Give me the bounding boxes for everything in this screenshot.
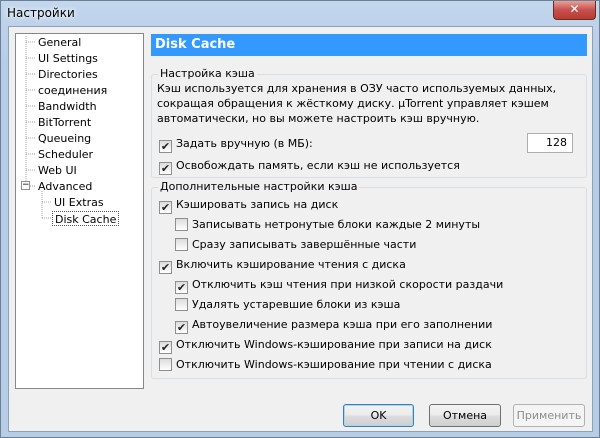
auto-grow-label: Автоувеличение размера кэша при его запо… <box>192 318 493 331</box>
tree-item-bandwidth[interactable]: Bandwidth <box>38 99 97 114</box>
disable-win-read-cache-label: Отключить Windows-кэширование при чтении… <box>176 358 492 371</box>
page-title: Disk Cache <box>151 34 587 56</box>
disable-win-read-cache-option[interactable]: Отключить Windows-кэширование при чтении… <box>159 357 492 372</box>
dialog-client: General UI Settings Directories соединен… <box>8 26 593 432</box>
close-button[interactable]: ✕ <box>553 1 596 20</box>
auto-grow-checkbox[interactable]: ✔ <box>175 321 188 334</box>
tree-item-ui-extras[interactable]: UI Extras <box>54 195 104 210</box>
write-untouched-option[interactable]: Записывать нетронутые блоки каждые 2 мин… <box>175 217 480 232</box>
manual-size-option[interactable]: ✔ Задать вручную (в МБ): <box>159 136 313 153</box>
tree-item-general[interactable]: General <box>38 35 81 50</box>
write-finished-option[interactable]: Сразу записывать завершённые части <box>175 237 416 252</box>
advanced-cache-title: Дополнительные настройки кэша <box>158 180 360 193</box>
settings-tree[interactable]: General UI Settings Directories соединен… <box>15 33 144 389</box>
write-untouched-checkbox[interactable] <box>175 218 188 231</box>
title-bar[interactable]: Настройки ✕ <box>1 1 599 27</box>
free-memory-checkbox[interactable]: ✔ <box>159 162 172 175</box>
tree-item-ui-settings[interactable]: UI Settings <box>38 51 98 66</box>
tree-item-web-ui[interactable]: Web UI <box>38 163 77 178</box>
disable-win-write-cache-option[interactable]: ✔ Отключить Windows-кэширование при запис… <box>159 337 492 354</box>
disable-read-low-speed-checkbox[interactable]: ✔ <box>175 281 188 294</box>
manual-size-label: Задать вручную (в МБ): <box>176 137 313 150</box>
manual-size-checkbox[interactable]: ✔ <box>159 140 172 153</box>
apply-button[interactable]: Применить <box>513 404 585 427</box>
tree-item-disk-cache[interactable]: Disk Cache <box>52 211 120 226</box>
write-cache-option[interactable]: ✔ Кэшировать запись на диск <box>159 197 339 214</box>
cache-settings-title: Настройка кэша <box>158 67 257 80</box>
cache-size-input[interactable]: 128 <box>527 133 573 153</box>
disable-win-read-cache-checkbox[interactable] <box>159 358 172 371</box>
write-untouched-label: Записывать нетронутые блоки каждые 2 мин… <box>192 218 481 231</box>
tree-item-connections[interactable]: соединения <box>38 83 107 98</box>
write-cache-checkbox[interactable]: ✔ <box>159 201 172 214</box>
auto-grow-option[interactable]: ✔ Автоувеличение размера кэша при его зап… <box>175 317 493 334</box>
tree-item-bittorrent[interactable]: BitTorrent <box>38 115 91 130</box>
tree-item-advanced[interactable]: Advanced <box>38 179 92 194</box>
disable-read-low-speed-label: Отключить кэш чтения при низкой скорости… <box>192 278 504 291</box>
write-finished-label: Сразу записывать завершённые части <box>192 238 417 251</box>
collapse-icon[interactable]: − <box>21 181 30 190</box>
settings-window: Настройки ✕ General UI Settings Director… <box>0 0 600 438</box>
free-memory-option[interactable]: ✔ Освобождать память, если кэш не использ… <box>159 158 460 175</box>
write-finished-checkbox[interactable] <box>175 238 188 251</box>
write-cache-label: Кэшировать запись на диск <box>176 198 339 211</box>
read-cache-checkbox[interactable]: ✔ <box>159 261 172 274</box>
cancel-button[interactable]: Отмена <box>429 404 501 427</box>
disable-win-write-cache-checkbox[interactable]: ✔ <box>159 341 172 354</box>
remove-old-blocks-label: Удалять устаревшие блоки из кэша <box>192 298 401 311</box>
tree-item-queueing[interactable]: Queueing <box>38 131 91 146</box>
free-memory-label: Освобождать память, если кэш не использу… <box>176 159 460 172</box>
cache-description: Кэш используется для хранения в ОЗУ част… <box>157 82 557 125</box>
read-cache-label: Включить кэширование чтения с диска <box>176 258 406 271</box>
window-title: Настройки <box>7 6 75 20</box>
disable-win-write-cache-label: Отключить Windows-кэширование при записи… <box>176 338 492 351</box>
remove-old-blocks-option[interactable]: Удалять устаревшие блоки из кэша <box>175 297 400 312</box>
disable-read-low-speed-option[interactable]: ✔ Отключить кэш чтения при низкой скорост… <box>175 277 504 294</box>
tree-item-scheduler[interactable]: Scheduler <box>38 147 93 162</box>
read-cache-option[interactable]: ✔ Включить кэширование чтения с диска <box>159 257 406 274</box>
ok-button[interactable]: OK <box>343 404 414 427</box>
tree-item-directories[interactable]: Directories <box>38 67 98 82</box>
remove-old-blocks-checkbox[interactable] <box>175 298 188 311</box>
